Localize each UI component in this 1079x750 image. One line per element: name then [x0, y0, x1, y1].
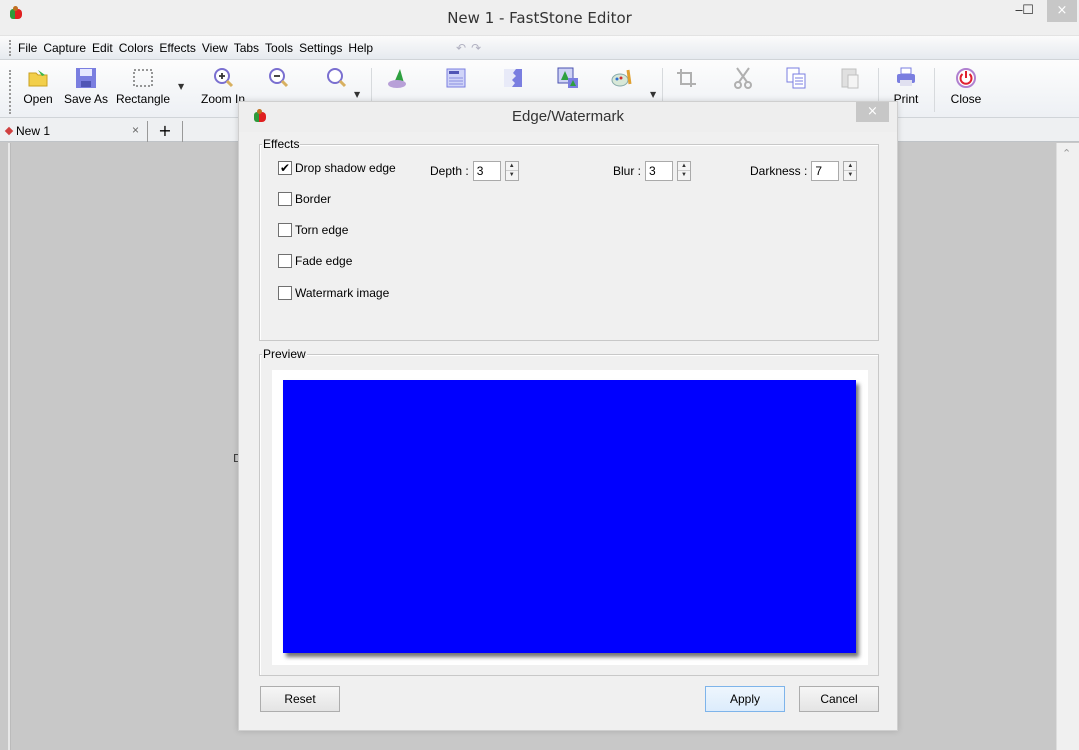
darkness-spinner[interactable]: ▲ ▼	[843, 161, 858, 181]
preview-legend: Preview	[262, 347, 307, 361]
rectangle-dropdown-icon[interactable]: ▼	[178, 82, 184, 91]
cancel-button[interactable]: Cancel	[799, 686, 879, 712]
power-icon	[954, 66, 978, 90]
menu-help[interactable]: Help	[348, 41, 373, 55]
rectangle-select-icon	[131, 66, 155, 90]
menu-edit[interactable]: Edit	[92, 41, 113, 55]
dialog-title: Edge/Watermark	[512, 108, 624, 125]
zoom-icon	[324, 66, 348, 90]
modified-indicator-icon	[4, 126, 14, 136]
drop-shadow-edge-option[interactable]: ✔ Drop shadow edge	[278, 161, 396, 175]
preview-group: Preview	[259, 347, 879, 676]
close-window-button[interactable]: ×	[1047, 0, 1077, 22]
spin-down-icon[interactable]: ▼	[844, 171, 856, 180]
window-title: New 1 - FastStone Editor	[447, 9, 632, 27]
caption-icon	[444, 66, 468, 90]
palette-icon	[610, 66, 634, 90]
edge-watermark-dialog: Edge/Watermark × Effects ✔ Drop shadow e…	[238, 101, 898, 731]
torn-edge-option[interactable]: Torn edge	[278, 223, 348, 237]
spin-up-icon[interactable]: ▲	[844, 162, 857, 171]
watermark-image-option[interactable]: Watermark image	[278, 286, 389, 300]
menu-tools[interactable]: Tools	[265, 41, 293, 55]
preview-frame	[272, 370, 868, 665]
printer-icon	[894, 66, 918, 90]
darkness-input[interactable]: 7	[811, 161, 840, 181]
menu-settings[interactable]: Settings	[299, 41, 342, 55]
blur-control: Blur : 3 ▲ ▼	[613, 161, 692, 181]
undo-redo: ↶↷	[456, 41, 486, 55]
menu-colors[interactable]: Colors	[119, 41, 154, 55]
fade-edge-option[interactable]: Fade edge	[278, 254, 352, 268]
border-option[interactable]: Border	[278, 192, 331, 206]
blur-spinner[interactable]: ▲ ▼	[677, 161, 692, 181]
open-button[interactable]: Open	[15, 62, 61, 116]
spin-up-icon[interactable]: ▲	[505, 162, 518, 171]
spin-down-icon[interactable]: ▼	[678, 171, 690, 180]
zoom-out-icon	[266, 66, 290, 90]
watermark-image-checkbox[interactable]	[278, 286, 292, 300]
apply-button[interactable]: Apply	[705, 686, 785, 712]
menu-bar: File Capture Edit Colors Effects View Ta…	[0, 36, 1079, 60]
torn-edge-checkbox[interactable]	[278, 223, 292, 237]
darkness-control: Darkness : 7 ▲ ▼	[750, 161, 858, 181]
depth-label: Depth :	[430, 164, 469, 178]
title-bar: New 1 - FastStone Editor ‒ ☐ ×	[0, 0, 1079, 36]
rectangle-button[interactable]: Rectangle	[114, 62, 172, 116]
menu-grip[interactable]	[9, 40, 12, 56]
menu-file[interactable]: File	[18, 41, 37, 55]
floppy-disk-icon	[74, 66, 98, 90]
spin-down-icon[interactable]: ▼	[506, 171, 518, 180]
maximize-button[interactable]: ☐	[1013, 0, 1043, 22]
vertical-scrollbar[interactable]: ⌃	[1056, 143, 1079, 750]
menu-tabs[interactable]: Tabs	[234, 41, 259, 55]
effects-group: Effects ✔ Drop shadow edge Border Torn e…	[259, 137, 879, 341]
crop-icon	[674, 66, 698, 90]
blur-label: Blur :	[613, 164, 642, 178]
redo-icon[interactable]: ↷	[471, 41, 486, 55]
drop-shadow-edge-checkbox[interactable]: ✔	[278, 161, 292, 175]
menu-capture[interactable]: Capture	[43, 41, 86, 55]
zoom-dropdown-icon[interactable]: ▼	[354, 90, 360, 99]
dialog-title-bar: Edge/Watermark ×	[239, 102, 897, 132]
paste-icon	[838, 66, 862, 90]
edge-icon	[501, 66, 525, 90]
close-button[interactable]: Close	[944, 62, 988, 116]
scissors-icon	[731, 66, 755, 90]
add-tab-button[interactable]: +	[147, 121, 183, 142]
depth-input[interactable]: 3	[472, 161, 501, 181]
save-as-button[interactable]: Save As	[61, 62, 111, 116]
blur-input[interactable]: 3	[645, 161, 674, 181]
zoom-in-icon	[211, 66, 235, 90]
depth-spinner[interactable]: ▲ ▼	[504, 161, 519, 181]
spin-up-icon[interactable]: ▲	[678, 162, 691, 171]
tab-new-1[interactable]: New 1 ×	[2, 121, 145, 142]
reset-button[interactable]: Reset	[260, 686, 340, 712]
open-folder-icon	[26, 66, 50, 90]
undo-icon[interactable]: ↶	[456, 41, 471, 55]
dialog-close-button[interactable]: ×	[856, 102, 889, 122]
fade-edge-checkbox[interactable]	[278, 254, 292, 268]
copy-icon	[784, 66, 808, 90]
scroll-up-icon[interactable]: ⌃	[1062, 147, 1071, 160]
depth-control: Depth : 3 ▲ ▼	[430, 161, 519, 181]
toolbar-grip[interactable]	[9, 70, 12, 114]
tab-close-icon[interactable]: ×	[132, 123, 139, 137]
preview-image	[283, 380, 856, 653]
toolbar-separator	[934, 68, 935, 112]
effects-legend: Effects	[262, 137, 301, 151]
darkness-label: Darkness :	[750, 164, 808, 178]
border-checkbox[interactable]	[278, 192, 292, 206]
workspace-left-border	[8, 143, 11, 750]
watermark-icon	[556, 66, 580, 90]
colors-dropdown-icon[interactable]: ▼	[650, 90, 656, 99]
menu-view[interactable]: View	[202, 41, 228, 55]
menu-effects[interactable]: Effects	[159, 41, 195, 55]
draw-icon	[386, 66, 410, 90]
menu-items: File Capture Edit Colors Effects View Ta…	[18, 41, 373, 55]
